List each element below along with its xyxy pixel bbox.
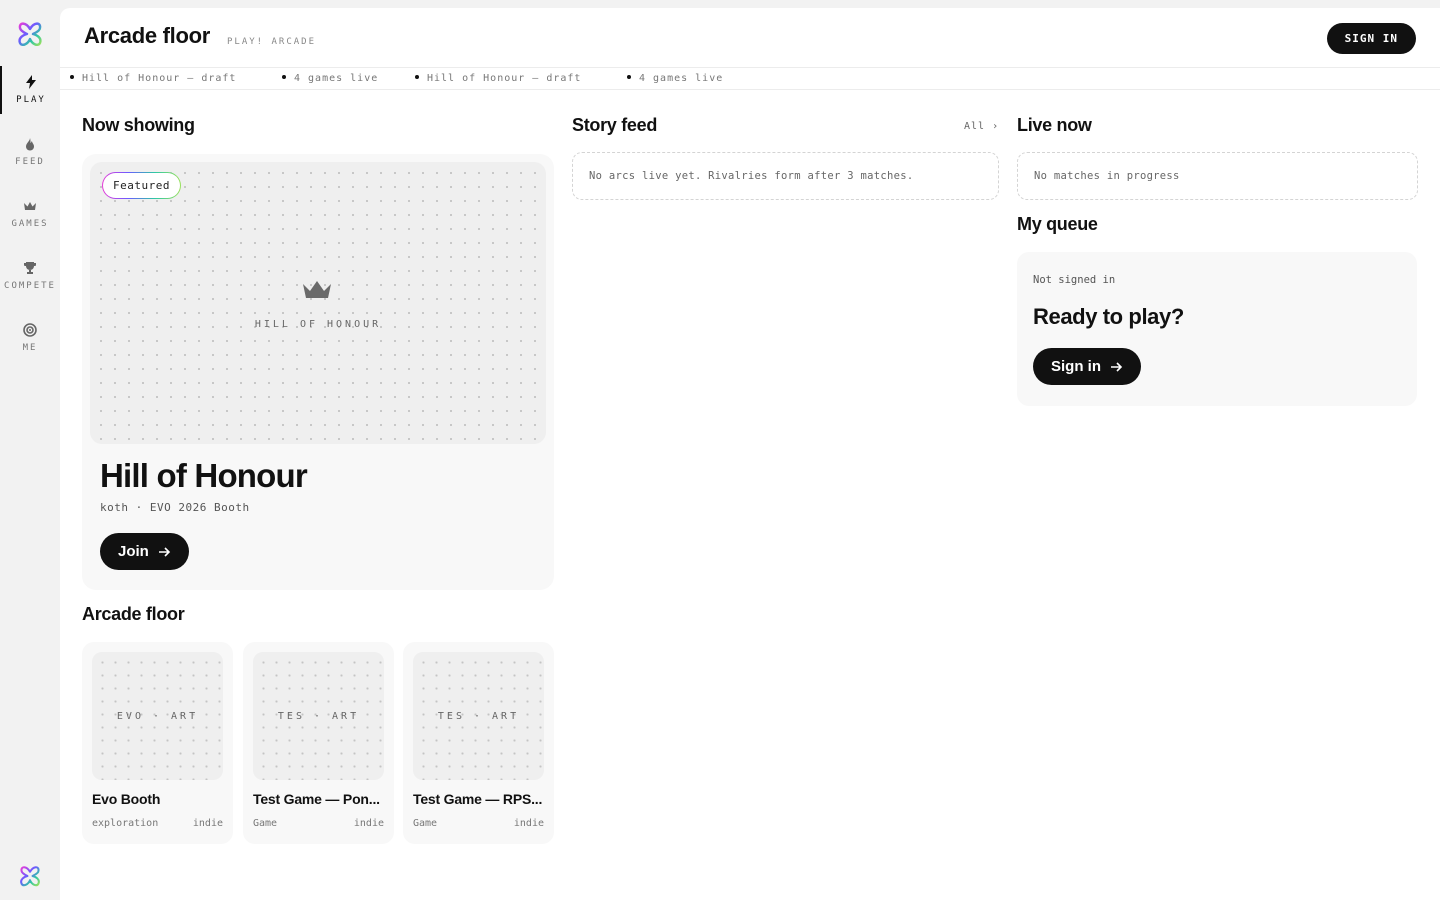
story-feed-all-link[interactable]: All ›: [964, 121, 999, 132]
game-art-label: TES · ART: [277, 711, 360, 722]
game-name: Evo Booth: [92, 791, 161, 807]
target-icon: [23, 323, 37, 337]
game-tag: indie: [513, 818, 544, 829]
game-art: TES · ART: [413, 652, 544, 780]
queue-sign-in-button[interactable]: Sign in: [1033, 348, 1141, 385]
featured-game-meta: koth · EVO 2026 Booth: [100, 501, 250, 514]
game-name: Test Game — Pon...: [253, 791, 380, 807]
nav-label: FEED: [15, 157, 45, 167]
ticker-item: Hill of Honour – draft: [415, 73, 581, 84]
arrow-right-icon: [1111, 361, 1123, 372]
trophy-icon: [24, 262, 36, 274]
game-art: TES · ART: [253, 652, 384, 780]
join-button[interactable]: Join: [100, 533, 189, 570]
live-now-title: Live now: [1017, 115, 1092, 135]
game-name: Test Game — RPS...: [413, 791, 543, 807]
game-art-label: EVO · ART: [116, 711, 199, 722]
ticker-item: Hill of Honour – draft: [70, 73, 236, 84]
featured-badge: Featured: [102, 172, 181, 199]
now-showing-title: Now showing: [82, 115, 195, 135]
page-title: Arcade floor: [84, 23, 210, 48]
nav-games[interactable]: GAMES: [0, 190, 60, 238]
ticker: Hill of Honour – draft 4 games live Hill…: [60, 69, 1440, 90]
featured-art-label: HILL OF HONOUR: [254, 319, 382, 330]
nav-play[interactable]: PLAY: [0, 66, 60, 114]
queue-sign-in-label: Sign in: [1051, 358, 1101, 375]
flame-icon: [26, 138, 34, 151]
queue-status: Not signed in: [1033, 274, 1116, 286]
live-now-empty: No matches in progress: [1017, 152, 1418, 200]
main-panel: Arcade floor PLAY! ARCADE SIGN IN Hill o…: [60, 8, 1440, 900]
game-tile[interactable]: TES · ART Test Game — RPS... Game indie: [403, 642, 554, 844]
bolt-icon: [26, 75, 36, 89]
game-genre: Game: [413, 818, 438, 829]
my-queue-title: My queue: [1017, 214, 1098, 234]
logo-icon: [20, 866, 40, 887]
game-art: EVO · ART: [92, 652, 223, 780]
ticker-item: 4 games live: [627, 73, 723, 84]
game-art-label: TES · ART: [437, 711, 520, 722]
ticker-item: 4 games live: [282, 73, 378, 84]
sidebar: PLAY FEED GAMES COMPETE ME: [0, 0, 60, 900]
crown-icon: [24, 202, 36, 210]
featured-card[interactable]: Featured HILL OF HONOUR Hill of Honour k…: [82, 154, 554, 590]
nav-compete[interactable]: COMPETE: [0, 252, 60, 300]
featured-art: Featured HILL OF HONOUR: [90, 162, 546, 444]
page-subtitle: PLAY! ARCADE: [227, 37, 317, 47]
join-button-label: Join: [118, 543, 149, 560]
game-tag: indie: [192, 818, 223, 829]
nav-label: GAMES: [11, 219, 49, 229]
crown-icon: [303, 281, 331, 298]
queue-card: Not signed in Ready to play? Sign in: [1017, 252, 1417, 406]
nav-label: ME: [22, 343, 38, 353]
featured-game-name: Hill of Honour: [100, 457, 308, 494]
nav-me[interactable]: ME: [0, 314, 60, 362]
story-feed-empty: No arcs live yet. Rivalries form after 3…: [572, 152, 999, 200]
sign-in-button[interactable]: SIGN IN: [1326, 23, 1416, 54]
story-feed-title: Story feed: [572, 115, 658, 135]
game-tile[interactable]: EVO · ART Evo Booth exploration indie: [82, 642, 233, 844]
nav-label: COMPETE: [4, 281, 56, 291]
arcade-floor-title: Arcade floor: [82, 604, 185, 624]
top-bar: Arcade floor PLAY! ARCADE SIGN IN: [60, 8, 1440, 68]
game-tag: indie: [353, 818, 384, 829]
logo-icon[interactable]: [17, 20, 43, 48]
queue-heading: Ready to play?: [1033, 304, 1184, 329]
game-genre: Game: [253, 818, 278, 829]
nav-feed[interactable]: FEED: [0, 128, 60, 176]
arrow-right-icon: [158, 546, 170, 557]
nav-label: PLAY: [16, 95, 46, 105]
game-tile[interactable]: TES · ART Test Game — Pon... Game indie: [243, 642, 394, 844]
game-genre: exploration: [92, 818, 159, 829]
